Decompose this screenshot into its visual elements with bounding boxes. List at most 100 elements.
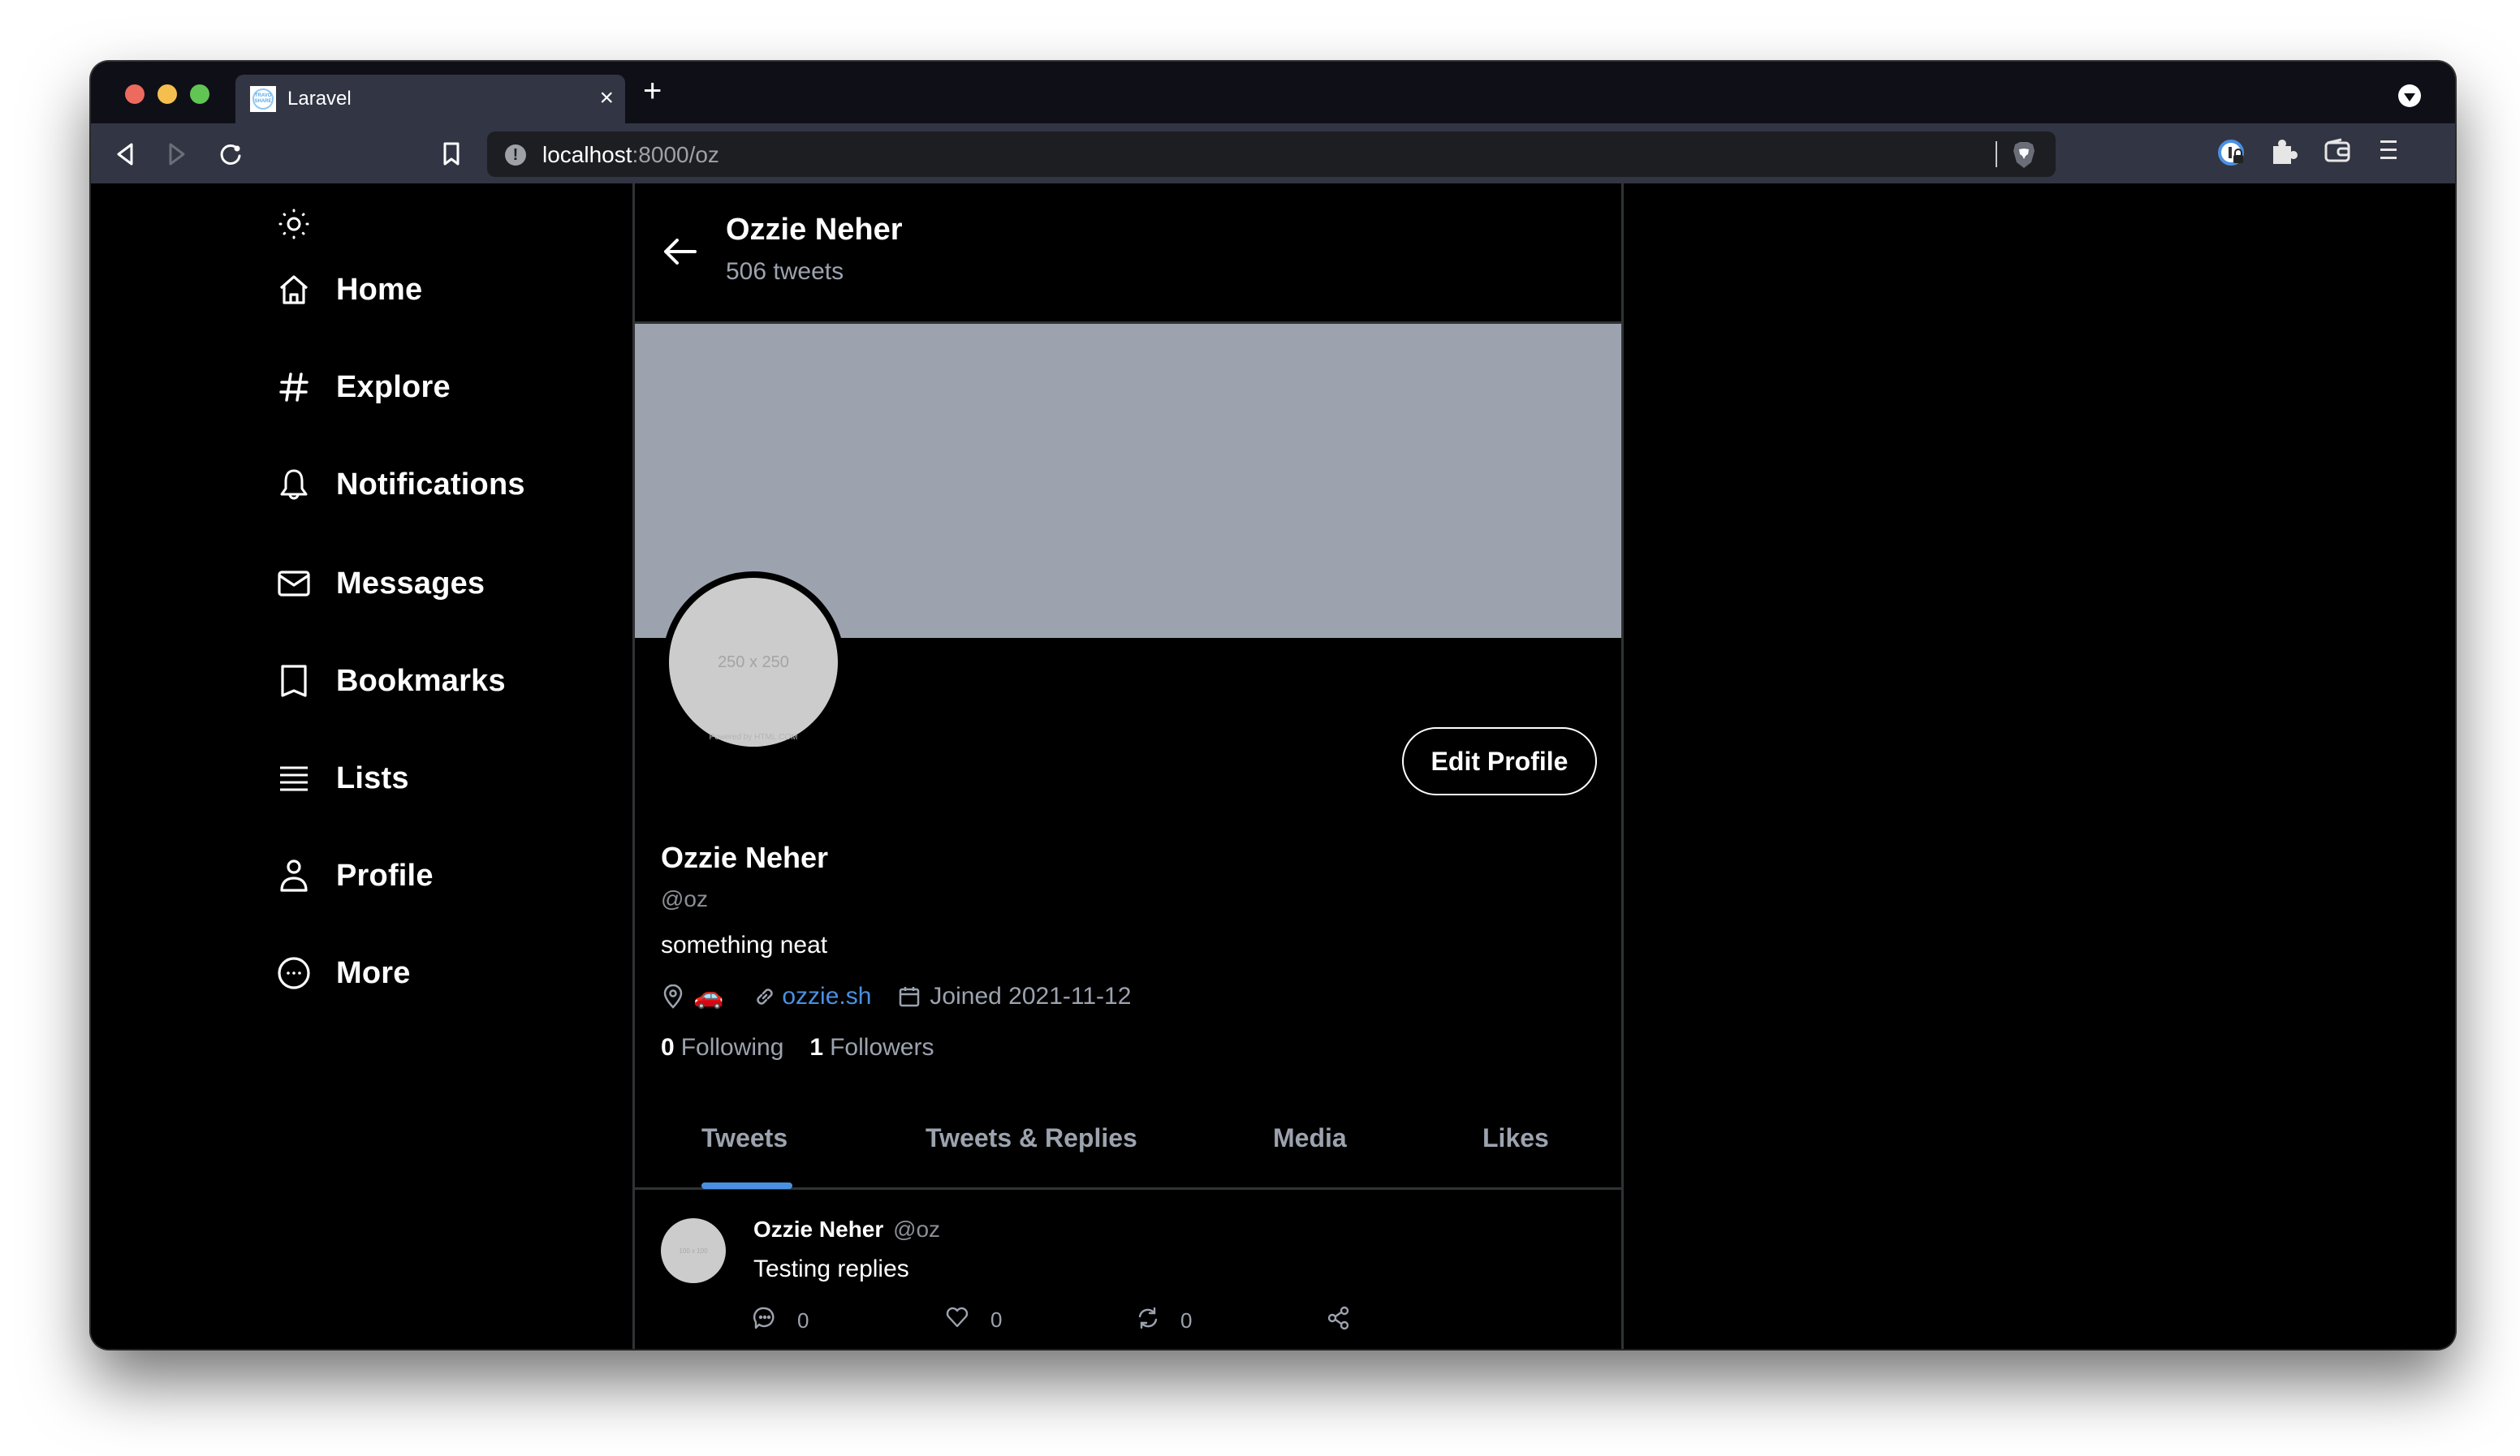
bookmark-icon (274, 661, 313, 700)
favicon-icon: TRAVO SHARE (250, 86, 276, 112)
retweet-count: 0 (1180, 1308, 1193, 1333)
tweet-author-handle: @oz (893, 1217, 941, 1242)
tab-title: Laravel (287, 88, 352, 110)
user-icon (274, 856, 313, 895)
tweet-avatar[interactable]: 100 x 100 (661, 1218, 726, 1283)
sidebar-item-label: Messages (336, 566, 485, 601)
url-text[interactable]: localhost:8000/oz (542, 142, 719, 168)
password-manager-icon[interactable] (2218, 138, 2247, 171)
share-button[interactable] (1327, 1306, 1351, 1336)
tab-likes[interactable]: Likes (1482, 1123, 1549, 1153)
site-info-icon[interactable]: ! (505, 144, 526, 166)
avatar-powered-text: Powered by HTML.COM (709, 733, 798, 742)
hashtag-icon (274, 368, 313, 407)
address-bar-separator (1996, 141, 1997, 167)
profile-avatar[interactable]: 250 x 250 Powered by HTML.COM (662, 571, 844, 753)
reply-count: 0 (797, 1308, 809, 1333)
bookmark-page-icon[interactable] (435, 138, 468, 170)
sidebar-item-label: Explore (336, 369, 451, 404)
retweet-icon (1137, 1306, 1159, 1336)
brave-shields-icon[interactable] (2012, 141, 2036, 173)
sidebar-item-label: Home (336, 272, 423, 307)
envelope-icon (274, 564, 313, 603)
tab-strip: TRAVO SHARE Laravel × + (91, 62, 2455, 123)
extensions-puzzle-icon[interactable] (2270, 138, 2298, 171)
profile-header: Ozzie Neher 506 tweets (635, 183, 1621, 321)
sidebar-item-label: Lists (336, 760, 409, 795)
profile-joined-date: Joined 2021-11-12 (930, 982, 1132, 1010)
tweet-avatar-placeholder: 100 x 100 (679, 1247, 708, 1255)
sidebar-item-explore[interactable]: Explore (274, 359, 451, 416)
sidebar-item-home[interactable]: Home (274, 261, 422, 318)
avatar-placeholder-text: 250 x 250 (718, 653, 789, 671)
sidebar-item-notifications[interactable]: Notifications (274, 456, 525, 513)
sidebar-item-messages[interactable]: Messages (274, 555, 485, 612)
sidebar-item-more[interactable]: More (274, 945, 411, 1002)
maximize-window-button[interactable] (190, 84, 209, 104)
like-button[interactable]: 0 (945, 1306, 1002, 1334)
tab-tweets[interactable]: Tweets (701, 1123, 788, 1153)
edit-profile-button[interactable]: Edit Profile (1402, 727, 1597, 795)
back-nav-icon[interactable] (109, 138, 141, 170)
page-content: Home Explore Notifications Messages Book… (91, 183, 2455, 1349)
sidebar-item-profile[interactable]: Profile (274, 847, 434, 904)
tweet-author: Ozzie Neher @oz (753, 1217, 940, 1243)
profile-website-link[interactable]: ozzie.sh (782, 983, 871, 1010)
profile-tabs: Tweets Tweets & Replies Media Likes (635, 1101, 1621, 1190)
theme-toggle-sun-icon[interactable] (278, 208, 310, 240)
sidebar-item-label: Notifications (336, 467, 525, 502)
tweet-item[interactable]: 100 x 100 Ozzie Neher @oz Testing replie… (635, 1192, 1621, 1349)
profile-handle: @oz (661, 886, 708, 911)
browser-menu-icon[interactable] (2379, 138, 2398, 166)
followers-link[interactable]: 1 Followers (809, 1034, 934, 1062)
reload-icon[interactable] (214, 138, 247, 170)
share-icon (1327, 1306, 1351, 1336)
active-tab-indicator (701, 1182, 792, 1189)
tab-tweets-replies[interactable]: Tweets & Replies (926, 1123, 1137, 1153)
tweet-body: Testing replies (753, 1256, 909, 1282)
minimize-window-button[interactable] (158, 84, 177, 104)
sidebar-nav: Home Explore Notifications Messages Book… (91, 183, 632, 1349)
sidebar-item-label: Profile (336, 858, 434, 893)
profile-location: 🚗 (693, 983, 724, 1010)
url-path: :8000/oz (632, 142, 719, 167)
following-link[interactable]: 0 Following (661, 1034, 783, 1062)
profile-main-column: Ozzie Neher 506 tweets 250 x 250 Powered… (632, 183, 1624, 1349)
wallet-icon[interactable] (2324, 138, 2351, 168)
new-tab-button[interactable]: + (643, 75, 662, 107)
browser-window: TRAVO SHARE Laravel × + ! localhost:8000… (91, 62, 2455, 1349)
favicon-text: TRAVO SHARE (252, 88, 274, 110)
home-icon (274, 270, 313, 309)
forward-nav-icon[interactable] (161, 138, 193, 170)
reply-icon (753, 1306, 776, 1336)
profile-display-name: Ozzie Neher (661, 841, 829, 874)
tab-search-chevron-icon[interactable] (2398, 84, 2421, 107)
list-icon (274, 759, 313, 798)
link-icon (753, 984, 777, 1009)
url-host: localhost (542, 142, 632, 167)
tweet-author-name[interactable]: Ozzie Neher (753, 1217, 883, 1242)
sidebar-item-label: Bookmarks (336, 663, 506, 698)
followers-count: 1 (809, 1034, 824, 1061)
back-arrow-icon[interactable] (659, 230, 701, 273)
browser-tab[interactable]: TRAVO SHARE Laravel × (235, 75, 625, 123)
followers-label: Followers (830, 1034, 934, 1061)
more-circle-icon (274, 954, 313, 993)
close-tab-icon[interactable]: × (599, 84, 614, 112)
address-bar[interactable]: ! localhost:8000/oz (487, 131, 2056, 177)
header-tweet-count: 506 tweets (726, 258, 844, 285)
profile-bio: something neat (661, 932, 828, 958)
bell-icon (274, 465, 313, 504)
sidebar-item-bookmarks[interactable]: Bookmarks (274, 653, 506, 709)
browser-toolbar: ! localhost:8000/oz (91, 123, 2455, 183)
tab-media[interactable]: Media (1273, 1123, 1347, 1153)
reply-button[interactable]: 0 (753, 1306, 809, 1336)
calendar-icon (897, 984, 921, 1009)
sidebar-item-label: More (336, 955, 411, 990)
like-count: 0 (990, 1307, 1003, 1332)
right-column (1624, 183, 2455, 1349)
close-window-button[interactable] (125, 84, 145, 104)
sidebar-item-lists[interactable]: Lists (274, 750, 409, 807)
profile-stats: 0 Following 1 Followers (661, 1034, 960, 1062)
retweet-button[interactable]: 0 (1137, 1306, 1192, 1336)
